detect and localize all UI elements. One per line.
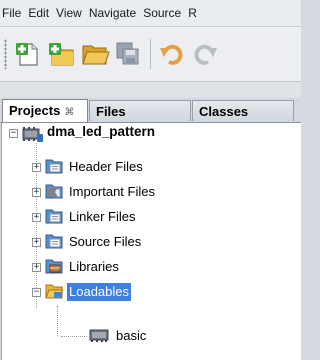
menu-refactor[interactable]: R [185,0,201,26]
new-project-button[interactable] [47,40,77,68]
save-all-button[interactable] [113,40,143,68]
folder-icon [45,159,63,174]
folder-icon [45,209,63,224]
collapse-icon[interactable]: − [32,288,41,297]
project-name: dma_led_pattern [47,124,156,139]
new-file-icon [16,43,38,66]
tab-classes-label: Classes [199,104,249,119]
tree-item-linker-files[interactable]: + Linker Files [2,207,301,227]
toolbar [0,27,301,82]
menu-file[interactable]: File [0,0,25,26]
tree-item-libraries[interactable]: + Libraries [2,257,301,277]
tree-root-row[interactable]: − dma_led_pattern [2,123,301,143]
redo-icon [194,44,217,65]
library-folder-icon [45,259,63,274]
open-project-button[interactable] [80,40,110,68]
project-chip-icon [22,127,43,142]
tree-item-source-files[interactable]: + Source Files [2,232,301,252]
tree-item-loadables[interactable]: − Loadables [2,282,301,302]
toolbar-separator [150,39,151,69]
menu-source[interactable]: Source [140,0,185,26]
tree-item-basic[interactable]: basic [2,326,301,346]
expand-icon[interactable]: + [32,263,41,272]
tree-item-important-files[interactable]: + Important Files [2,182,301,202]
menu-view[interactable]: View [53,0,86,26]
menu-bar: File Edit View Navigate Source R [0,0,301,27]
tab-projects-label: Projects [9,103,61,118]
tree-item-header-files[interactable]: + Header Files [2,157,301,177]
project-tree: − dma_led_pattern + Header Files + Impor… [1,123,301,360]
expand-icon[interactable]: + [32,213,41,222]
open-folder-icon [45,284,63,299]
collapse-icon[interactable]: − [9,129,18,138]
tab-files-label: Files [96,104,126,119]
toolbar-grip[interactable] [4,39,7,69]
toolbar-spacer [0,82,301,98]
tab-close-icon[interactable]: ⌘ [64,107,74,118]
tree-item-label: basic [116,328,147,343]
expand-icon[interactable]: + [32,188,41,197]
new-project-icon [49,43,74,66]
chip-icon [89,329,109,342]
undo-button[interactable] [157,40,187,68]
tree-item-label: Libraries [69,259,119,274]
tab-classes[interactable]: Classes [192,100,294,121]
expand-icon[interactable]: + [32,238,41,247]
tree-item-label: Loadables [67,283,131,301]
explorer-tabs: Projects ⌘ Files Classes [0,98,301,123]
open-project-icon [82,45,110,65]
tree-item-label: Important Files [69,184,155,199]
expand-icon[interactable]: + [32,163,41,172]
tree-item-label: Source Files [69,234,142,249]
new-file-button[interactable] [14,40,44,68]
tab-files[interactable]: Files [89,100,191,121]
tree-item-label: Header Files [69,159,143,174]
redo-button[interactable] [190,40,220,68]
save-all-icon [116,42,139,65]
tab-projects[interactable]: Projects ⌘ [2,99,88,122]
tree-item-label: Linker Files [69,209,136,224]
important-folder-icon [45,184,63,199]
menu-navigate[interactable]: Navigate [86,0,140,26]
menu-edit[interactable]: Edit [25,0,53,26]
undo-icon [160,44,183,65]
folder-icon [45,234,63,249]
